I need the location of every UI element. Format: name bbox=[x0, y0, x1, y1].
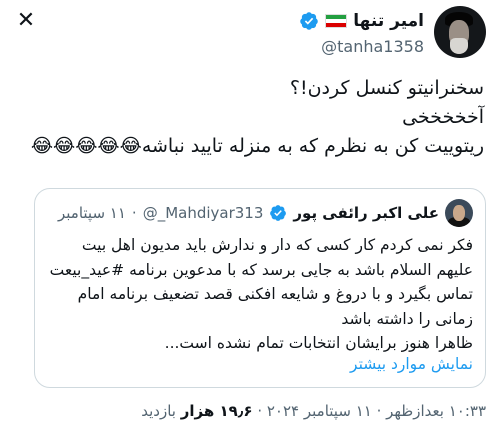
tweet-author-header: امیر تنها @tanha1358 bbox=[299, 6, 486, 58]
iran-flag-icon bbox=[325, 13, 348, 28]
tweet-timestamp[interactable]: ۱۰:۳۳ بعدازظهر · ۱۱ سپتامبر ۲۰۲۴ · bbox=[253, 402, 486, 420]
quote-line: فکر نمی کردم کار کسی که دار و ندارش باید… bbox=[81, 236, 473, 254]
tweet-line: آخخخخخی bbox=[402, 106, 484, 128]
close-icon[interactable]: ✕ bbox=[14, 10, 38, 34]
quote-line: زمانی را داشته باشد bbox=[341, 309, 473, 328]
verified-badge-icon bbox=[270, 205, 287, 221]
views-count: ۱۹٫۶ هزار bbox=[180, 402, 253, 420]
quoted-author-handle[interactable]: @_Mahdiyar313 bbox=[143, 204, 264, 222]
quoted-tweet-card[interactable]: علی اکبر رائفی پور @_Mahdiyar313 · ۱۱ سپ… bbox=[34, 188, 486, 388]
quoted-author-name[interactable]: علی اکبر رائفی پور bbox=[293, 204, 439, 222]
tweet-meta: ۱۰:۳۳ بعدازظهر · ۱۱ سپتامبر ۲۰۲۴ · ۱۹٫۶ … bbox=[141, 402, 486, 420]
show-more-link[interactable]: نمایش موارد بیشتر bbox=[350, 355, 473, 373]
tweet-line: ریتوییت کن به نظرم که به منزله تایید نبا… bbox=[30, 135, 484, 157]
quoted-tweet-text: فکر نمی کردم کار کسی که دار و ندارش باید… bbox=[43, 233, 473, 356]
author-display-name[interactable]: امیر تنها bbox=[353, 11, 424, 31]
verified-badge-icon bbox=[300, 11, 319, 30]
quote-line: علیهم السلام باشد به جایی برسد که با مدع… bbox=[49, 260, 473, 279]
author-name-row: امیر تنها bbox=[299, 9, 424, 33]
quoted-tweet-date[interactable]: ۱۱ سپتامبر bbox=[58, 204, 126, 222]
quote-line: تماس بگیرد و با دروغ و شایعه افکنی قصد ت… bbox=[77, 285, 473, 303]
author-avatar[interactable] bbox=[434, 6, 486, 58]
tweet-text: سخنرانیتو کنسل کردن!؟ آخخخخخی ریتوییت کن… bbox=[14, 74, 484, 161]
tweet-line: سخنرانیتو کنسل کردن!؟ bbox=[289, 77, 484, 99]
author-info: امیر تنها @tanha1358 bbox=[299, 9, 424, 56]
author-handle[interactable]: @tanha1358 bbox=[299, 37, 424, 56]
separator-dot: · bbox=[131, 204, 137, 222]
views-label: بازدید bbox=[141, 402, 181, 420]
quote-line: ظاهرا هنوز برایشان انتخابات تمام نشده اس… bbox=[164, 334, 473, 352]
quoted-tweet-header: علی اکبر رائفی پور @_Mahdiyar313 · ۱۱ سپ… bbox=[58, 199, 473, 227]
quoted-author-avatar[interactable] bbox=[445, 199, 473, 227]
